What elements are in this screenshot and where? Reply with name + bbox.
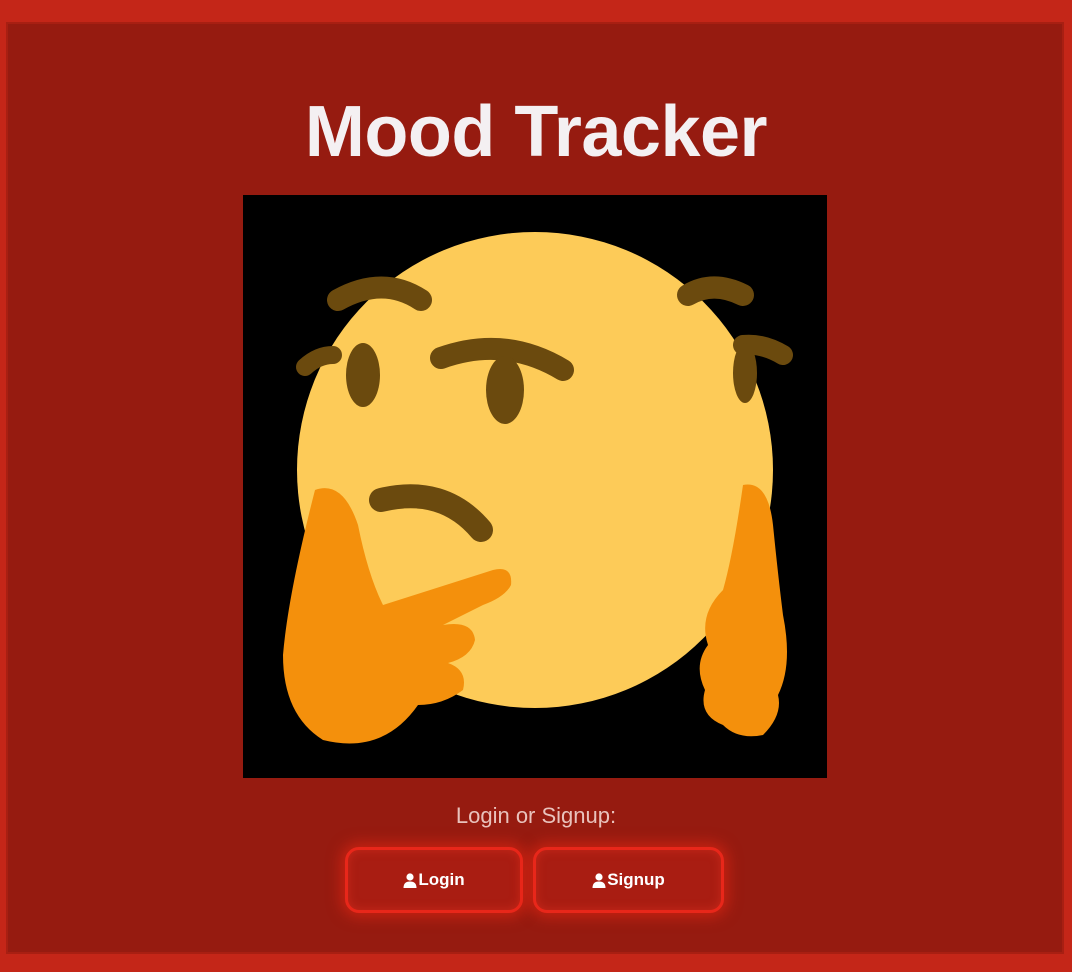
thinking-face-icon	[283, 232, 793, 744]
signup-button[interactable]: Signup	[533, 847, 724, 913]
page-title: Mood Tracker	[304, 92, 768, 172]
thinking-face-image	[243, 195, 827, 778]
auth-prompt: Login or Signup:	[455, 803, 617, 828]
login-button[interactable]: Login	[345, 847, 523, 913]
user-icon	[403, 872, 417, 888]
login-label: Login	[418, 870, 465, 889]
signup-label: Signup	[607, 870, 665, 889]
user-icon	[592, 872, 606, 888]
